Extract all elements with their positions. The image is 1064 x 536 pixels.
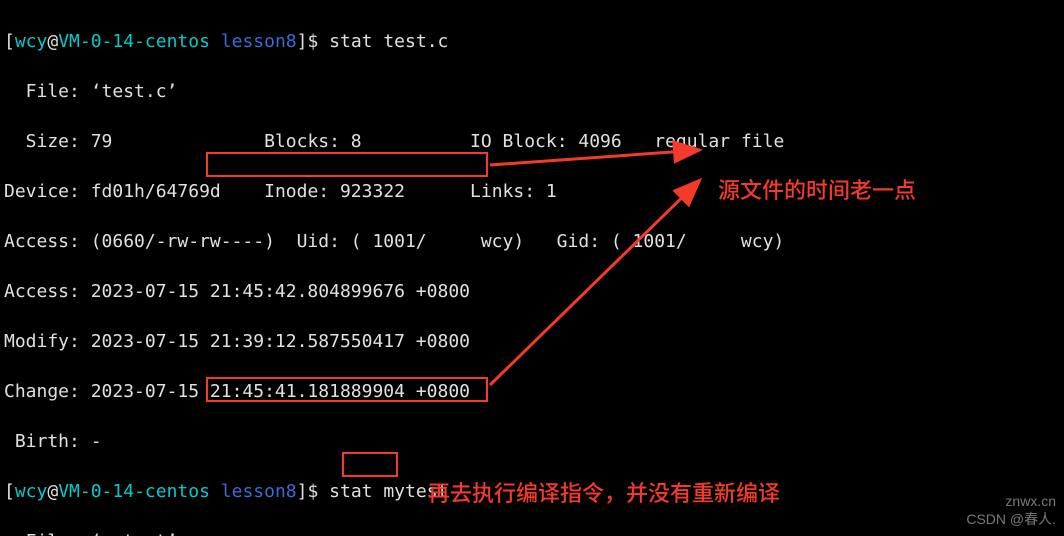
- command-stat-testc: stat test.c: [329, 31, 448, 52]
- stat-change-line: Change: 2023-07-15 21:45:41.181889904 +0…: [4, 379, 1060, 404]
- stat-file-line: File: ‘test.c’: [4, 79, 1060, 104]
- stat-file-line: File: ‘mytest’: [4, 529, 1060, 536]
- prompt-at: @: [47, 31, 58, 52]
- stat-perm-line: Access: (0660/-rw-rw----) Uid: ( 1001/ w…: [4, 229, 1060, 254]
- terminal-line: [wcy@VM-0-14-centos lesson8]$ stat test.…: [4, 29, 1060, 54]
- stat-birth-line: Birth: -: [4, 429, 1060, 454]
- annotation-no-recompile: 再去执行编译指令，并没有重新编译: [428, 480, 780, 505]
- stat-modify-line: Modify: 2023-07-15 21:39:12.587550417 +0…: [4, 329, 1060, 354]
- stat-size-line: Size: 79 Blocks: 8 IO Block: 4096 regula…: [4, 129, 1060, 154]
- stat-blocks: Blocks: 8: [264, 131, 362, 152]
- prompt-host: VM-0-14-centos: [58, 31, 210, 52]
- stat-device: Device: fd01h/64769d: [4, 181, 221, 202]
- watermark-author: CSDN @春人.: [966, 507, 1056, 532]
- annotation-source-older: 源文件的时间老一点: [718, 177, 916, 202]
- prompt-close: ]$: [297, 31, 319, 52]
- stat-modify-time: 21:39:12.587550417 +0800: [210, 331, 470, 352]
- prompt-user: wcy: [15, 31, 48, 52]
- stat-links: Links: 1: [470, 181, 557, 202]
- prompt-open: [: [4, 31, 15, 52]
- stat-ioblock: IO Block: 4096 regular file: [470, 131, 784, 152]
- stat-access-line: Access: 2023-07-15 21:45:42.804899676 +0…: [4, 279, 1060, 304]
- stat-size: Size: 79: [4, 131, 112, 152]
- terminal-output: [wcy@VM-0-14-centos lesson8]$ stat test.…: [0, 0, 1064, 536]
- prompt-cwd: lesson8: [221, 31, 297, 52]
- stat-modify-date: Modify: 2023-07-15: [4, 331, 210, 352]
- stat-inode: Inode: 923322: [264, 181, 405, 202]
